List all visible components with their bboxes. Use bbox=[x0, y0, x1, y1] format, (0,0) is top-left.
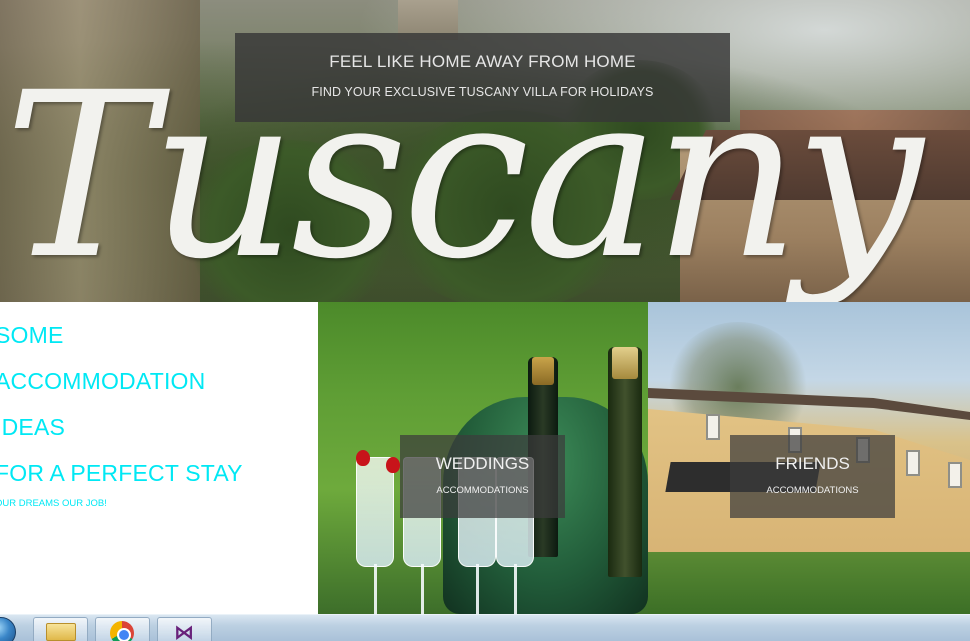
hero-banner-subtitle: FIND YOUR EXCLUSIVE TUSCANY VILLA FOR HO… bbox=[311, 85, 654, 99]
tile-friends-label[interactable]: FRIENDS ACCOMMODATIONS bbox=[730, 435, 895, 518]
hero-banner: Tuscany FEEL LIKE HOME AWAY FROM HOME FI… bbox=[0, 0, 970, 302]
strawberry-garnish bbox=[356, 450, 370, 466]
taskbar-file-explorer-button[interactable] bbox=[33, 617, 88, 641]
champagne-bottle-image bbox=[608, 347, 642, 577]
tile-friends-subtitle: ACCOMMODATIONS bbox=[766, 485, 859, 496]
windows-taskbar: ⋈ bbox=[0, 614, 970, 641]
champagne-glass-stem bbox=[421, 564, 424, 614]
intro-line-accommodation: ACCOMMODATION bbox=[0, 368, 206, 394]
tile-friends-title: FRIENDS bbox=[775, 454, 850, 473]
villa-window bbox=[906, 450, 920, 476]
tile-weddings[interactable]: WEDDINGS ACCOMMODATIONS bbox=[318, 302, 648, 614]
hero-banner-title: FEEL LIKE HOME AWAY FROM HOME bbox=[329, 52, 636, 71]
intro-line-some: SOME bbox=[0, 322, 64, 348]
tile-weddings-title: WEDDINGS bbox=[435, 454, 530, 473]
tile-weddings-label[interactable]: WEDDINGS ACCOMMODATIONS bbox=[400, 435, 565, 518]
taskbar-visual-studio-button[interactable]: ⋈ bbox=[157, 617, 212, 641]
start-orb-icon[interactable] bbox=[0, 617, 16, 641]
taskbar-chrome-button[interactable] bbox=[95, 617, 150, 641]
hero-tagline-box: FEEL LIKE HOME AWAY FROM HOME FIND YOUR … bbox=[235, 33, 730, 122]
garden-lawn bbox=[648, 552, 970, 614]
villa-window bbox=[948, 462, 962, 488]
chrome-icon bbox=[110, 621, 134, 641]
strawberry-garnish bbox=[386, 457, 400, 473]
champagne-glass-stem bbox=[514, 564, 517, 614]
file-explorer-icon bbox=[46, 623, 76, 641]
intro-tagline: OUR DREAMS OUR JOB! bbox=[0, 498, 107, 509]
intro-line-ideas: IDEAS bbox=[0, 414, 66, 440]
villa-window bbox=[706, 414, 720, 440]
tile-friends[interactable]: FRIENDS ACCOMMODATIONS bbox=[648, 302, 970, 614]
visual-studio-icon: ⋈ bbox=[174, 620, 194, 641]
champagne-glass-stem bbox=[476, 564, 479, 614]
champagne-glass bbox=[356, 457, 394, 567]
intro-line-perfect-stay: FOR A PERFECT STAY bbox=[0, 460, 243, 486]
champagne-bottle-cap bbox=[612, 347, 638, 379]
wine-bottle-cap bbox=[532, 357, 554, 385]
tile-weddings-subtitle: ACCOMMODATIONS bbox=[436, 485, 529, 496]
champagne-glass-stem bbox=[374, 564, 377, 614]
intro-text-panel: SOME ACCOMMODATION IDEAS FOR A PERFECT S… bbox=[0, 302, 318, 614]
